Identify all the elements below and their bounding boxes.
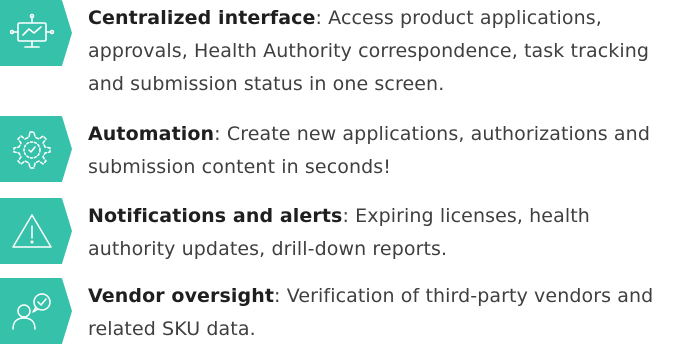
monitor-network-icon [0, 0, 72, 66]
feature-title: Automation [88, 123, 215, 145]
feature-text: Centralized interface: Access product ap… [88, 2, 678, 101]
feature-list: Centralized interface: Access product ap… [0, 0, 684, 344]
automation-gear-icon [0, 116, 72, 182]
feature-text: Automation: Create new applications, aut… [88, 118, 678, 184]
warning-triangle-icon [0, 198, 72, 264]
feature-text: Vendor oversight: Verification of third-… [88, 280, 678, 344]
user-verified-icon [0, 278, 72, 344]
feature-title: Vendor oversight [88, 285, 275, 307]
feature-text: Notifications and alerts: Expiring licen… [88, 200, 678, 266]
feature-title: Notifications and alerts [88, 205, 343, 227]
feature-title: Centralized interface [88, 7, 316, 29]
